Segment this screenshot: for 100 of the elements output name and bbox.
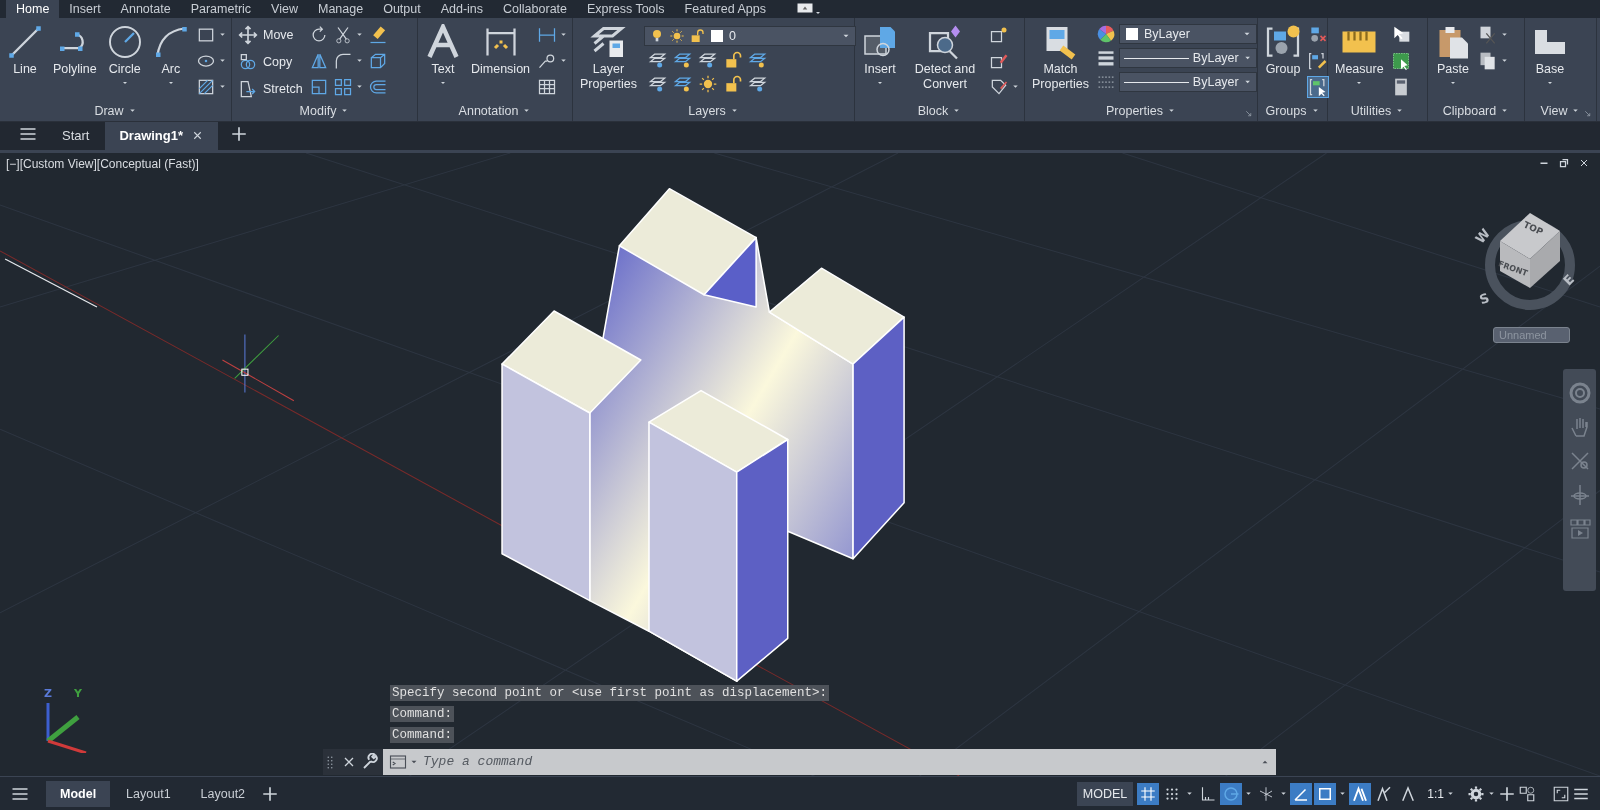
ribbon-tool-button[interactable]: Insert	[859, 22, 901, 89]
panel-title[interactable]: Modify	[232, 100, 417, 121]
ribbon-tab[interactable]: Collaborate	[493, 0, 577, 18]
crosshair-cursor-icon	[221, 333, 295, 402]
caret-icon[interactable]	[354, 56, 364, 65]
ribbon-tool-button[interactable]: Paste	[1432, 22, 1474, 89]
annotation-scale-button[interactable]: 1:1	[1427, 786, 1444, 801]
ribbon-tab[interactable]: Featured Apps	[674, 0, 776, 18]
group-icon	[1265, 24, 1301, 60]
caret-icon[interactable]	[1355, 79, 1364, 87]
panel-title[interactable]: View	[1525, 100, 1596, 121]
ribbon-tool-button[interactable]: Match Properties	[1029, 22, 1092, 94]
caret-icon[interactable]	[1546, 79, 1554, 87]
caret-icon[interactable]	[876, 79, 884, 87]
caret-icon[interactable]	[1244, 789, 1254, 798]
file-tab[interactable]: Start	[48, 121, 104, 150]
panel-title[interactable]: Properties	[1025, 100, 1257, 121]
layer-tool-icon[interactable]	[697, 74, 718, 94]
copy-pages-icon[interactable]	[1478, 50, 1498, 71]
command-line-field[interactable]: Type a command	[383, 748, 1276, 775]
panel-title[interactable]: Clipboard	[1428, 100, 1524, 121]
panel-title[interactable]: Annotation	[418, 100, 572, 121]
cut-icon[interactable]	[1478, 24, 1498, 45]
line-icon	[7, 24, 43, 60]
file-tab[interactable]: Drawing1*	[105, 121, 219, 150]
compass-letter: S	[1477, 289, 1492, 308]
ribbon-tool-button[interactable]: Dimension	[468, 22, 534, 79]
panel-title[interactable]: Layers	[573, 100, 854, 121]
ribbon-tab[interactable]: View	[261, 0, 308, 18]
caret-icon[interactable]	[559, 30, 569, 39]
ribbon-tab[interactable]: Insert	[59, 0, 111, 18]
launcher-arrow-icon[interactable]	[1583, 108, 1592, 118]
caret-icon[interactable]	[217, 56, 227, 65]
ribbon-tool-button[interactable]: Text	[422, 22, 464, 89]
ribbon-tool-button[interactable]: Base	[1529, 22, 1571, 89]
caret-icon[interactable]	[1446, 789, 1455, 798]
caret-icon[interactable]	[1487, 789, 1496, 798]
ribbon-tab[interactable]: Parametric	[180, 0, 262, 18]
layout-tab[interactable]: Layout2	[186, 780, 260, 807]
ribbon-tool-button[interactable]: Stretch	[236, 78, 305, 100]
caret-icon[interactable]	[1500, 30, 1509, 39]
text-letter-icon	[425, 24, 461, 60]
caret-icon[interactable]	[1338, 789, 1348, 798]
new-tab-plus-icon[interactable]	[230, 124, 249, 143]
lineweight-dropdown[interactable]: ByLayer	[1118, 48, 1257, 68]
panel-title[interactable]: Block	[855, 100, 1024, 121]
ribbon-tool-button[interactable]: Detect and Convert	[905, 22, 985, 94]
caret-icon[interactable]	[217, 30, 227, 39]
select-all-icon[interactable]	[1390, 50, 1411, 71]
ribbon-tool-button[interactable]: Measure	[1332, 22, 1387, 89]
panel-title[interactable]: Draw	[0, 100, 231, 121]
caret-icon[interactable]	[1449, 79, 1457, 87]
viewport-controls-label[interactable]: [−][Custom View][Conceptual (Fast)]	[6, 156, 199, 171]
isolate-objects-icon[interactable]	[1518, 784, 1536, 803]
panel-title[interactable]: Groups	[1258, 100, 1327, 121]
ribbon-tab[interactable]: Manage	[307, 0, 374, 18]
color-swatch-icon	[1123, 26, 1140, 42]
layout-tab[interactable]: Model	[46, 780, 111, 807]
ribbon-tab[interactable]: Annotate	[110, 0, 181, 18]
layer-dropdown[interactable]: 0	[643, 26, 856, 46]
caret-icon[interactable]	[217, 82, 227, 91]
restore-icon[interactable]	[1558, 156, 1570, 169]
ribbon-tool-button[interactable]: Move	[236, 24, 305, 46]
group-selection-icon[interactable]	[1308, 76, 1328, 97]
caret-icon[interactable]	[1185, 789, 1195, 798]
ribbon-tool-button[interactable]: Copy	[236, 51, 305, 73]
ribbon-tool-button[interactable]: Layer Properties	[577, 22, 640, 94]
settings-icon[interactable]	[1467, 784, 1485, 803]
caret-icon[interactable]	[559, 56, 569, 65]
viewcube-face-label: TOP	[1521, 219, 1545, 237]
fullscreen-icon[interactable]	[1552, 784, 1570, 803]
plus-icon[interactable]	[1498, 784, 1516, 803]
ribbon-tab[interactable]: Home	[6, 0, 60, 18]
layout-tab[interactable]: Layout1	[112, 780, 185, 807]
ribbon-tool-button[interactable]: Group	[1262, 22, 1304, 79]
ribbon-tab[interactable]: Express Tools	[577, 0, 675, 18]
ribbon-tool-button[interactable]: Polyline	[50, 22, 100, 79]
linetype-dropdown[interactable]: ByLayer	[1118, 72, 1257, 92]
color-wheel-icon[interactable]	[1095, 24, 1116, 44]
caret-icon[interactable]	[1279, 789, 1289, 798]
axis-label: Z	[44, 686, 52, 700]
caret-icon[interactable]	[439, 79, 447, 87]
caret-icon[interactable]	[1500, 56, 1509, 65]
ribbon-tool-button[interactable]: Circle	[103, 22, 146, 89]
wrench-icon[interactable]	[361, 752, 379, 771]
panel-title[interactable]: Utilities	[1328, 100, 1427, 121]
ribbon-tool-button[interactable]: Arc	[149, 22, 192, 89]
new-layout-plus-icon[interactable]	[261, 784, 280, 803]
command-prompt-icon[interactable]	[389, 752, 407, 771]
model-space-button[interactable]: MODEL	[1076, 781, 1134, 806]
ribbon-tool-button[interactable]: Line	[4, 22, 46, 79]
group-edit-icon[interactable]	[1308, 50, 1328, 71]
ribbon-tab[interactable]: Add-ins	[430, 0, 494, 18]
caret-icon[interactable]	[354, 82, 364, 91]
caret-icon[interactable]	[354, 30, 364, 39]
launcher-arrow-icon[interactable]	[1244, 108, 1253, 118]
color-dropdown[interactable]: ByLayer	[1118, 24, 1257, 44]
ribbon-tab[interactable]: Output	[373, 0, 431, 18]
caret-icon[interactable]	[1011, 82, 1020, 91]
array-grid-icon[interactable]	[332, 76, 353, 97]
